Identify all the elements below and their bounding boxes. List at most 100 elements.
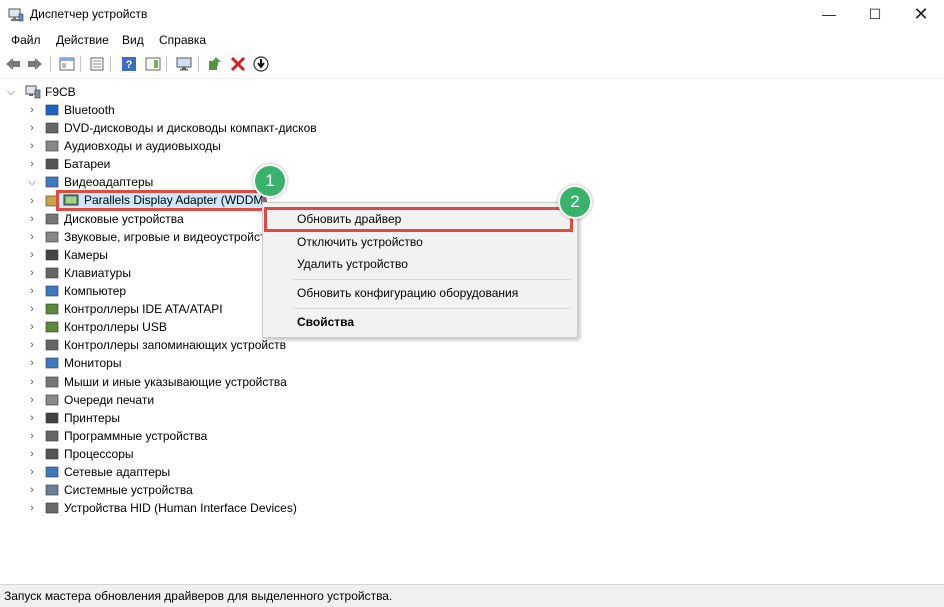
tree-category-label: Процессоры [64, 446, 134, 461]
menu-view[interactable]: Вид [122, 33, 144, 47]
chevron-right-icon[interactable]: › [27, 484, 37, 496]
window-title: Диспетчер устройств [30, 7, 148, 21]
chevron-right-icon[interactable]: › [27, 321, 37, 333]
chevron-right-icon[interactable]: › [27, 339, 37, 351]
device-manager-icon [8, 8, 24, 22]
chevron-right-icon[interactable]: › [27, 213, 37, 225]
highlight-frame-device [56, 190, 266, 211]
uninstall-icon[interactable] [229, 55, 247, 73]
menu-separator [293, 279, 571, 280]
system-device-icon [45, 484, 59, 496]
bluetooth-icon [45, 104, 59, 116]
console-tree-icon[interactable] [58, 55, 76, 73]
tree-category-row[interactable]: › Аудиовходы и аудиовыходы [0, 137, 320, 155]
menu-bar: Файл Действие Вид Справка [0, 30, 944, 50]
tree-category-label: Видеоадаптеры [64, 175, 154, 190]
toolbar-separator [166, 56, 167, 72]
tree-category-row[interactable]: › Программные устройства [0, 427, 320, 445]
menu-separator [293, 308, 571, 309]
minimize-button[interactable]: — [806, 0, 852, 30]
chevron-right-icon[interactable]: › [27, 448, 37, 460]
tree-category-label: Программные устройства [64, 428, 208, 443]
dvd-drive-icon [45, 122, 59, 134]
menu-scan-hardware[interactable]: Обновить конфигурацию оборудования [297, 286, 518, 300]
chevron-right-icon[interactable]: › [27, 104, 37, 116]
monitor-icon [45, 358, 59, 369]
chevron-down-icon[interactable]: ⌵ [6, 86, 16, 99]
ide-controller-icon [45, 303, 59, 315]
chevron-right-icon[interactable]: › [27, 285, 37, 297]
forward-icon[interactable] [26, 55, 44, 73]
tree-category-label: Компьютер [64, 284, 127, 298]
chevron-right-icon[interactable]: › [27, 303, 37, 315]
audio-icon [45, 140, 59, 152]
battery-icon [45, 158, 59, 170]
tree-category-label: Контроллеры USB [64, 320, 167, 335]
chevron-right-icon[interactable]: › [27, 394, 37, 406]
tree-category-label: Батареи [64, 157, 111, 172]
menu-uninstall-device[interactable]: Удалить устройство [297, 257, 408, 271]
maximize-button[interactable]: ☐ [852, 0, 898, 30]
disable-device-icon[interactable] [252, 55, 270, 73]
menu-file[interactable]: Файл [11, 33, 41, 47]
chevron-right-icon[interactable]: › [27, 357, 37, 369]
chevron-right-icon[interactable]: › [27, 249, 37, 261]
step-badge-1: 1 [253, 164, 287, 198]
tree-category-row[interactable]: › Очереди печати [0, 391, 320, 409]
toolbar-separator [50, 56, 51, 72]
disk-drive-icon [45, 213, 59, 224]
toolbar: ? [0, 52, 944, 79]
tree-category-label: Сетевые адаптеры [64, 465, 171, 479]
chevron-right-icon[interactable]: › [27, 267, 37, 279]
tree-category-row[interactable]: › Bluetooth [0, 101, 320, 119]
chevron-right-icon[interactable]: › [27, 376, 37, 388]
properties-sheet-icon[interactable] [88, 55, 106, 73]
scan-hardware-icon[interactable] [175, 55, 193, 73]
print-queue-icon [45, 394, 59, 405]
tree-category-row[interactable]: › Сетевые адаптеры [0, 463, 320, 481]
chevron-right-icon[interactable]: › [27, 466, 37, 478]
step-badge-2: 2 [558, 185, 592, 219]
tree-category-row[interactable]: › DVD-дисководы и дисководы компакт-диско… [0, 119, 320, 137]
close-button[interactable]: ✕ [898, 0, 944, 30]
computer-icon [25, 85, 41, 99]
network-adapter-icon [45, 466, 59, 478]
chevron-right-icon[interactable]: › [27, 140, 37, 152]
status-bar: Запуск мастера обновления драйверов для … [0, 584, 944, 607]
toolbar-separator [80, 56, 81, 72]
update-driver-icon[interactable] [206, 55, 224, 73]
menu-properties[interactable]: Свойства [297, 315, 354, 329]
computer-icon [45, 285, 59, 297]
tree-category-label: Контроллеры IDE ATA/ATAPI [64, 302, 223, 317]
mouse-icon [45, 376, 59, 387]
tree-category-row[interactable]: › Принтеры [0, 409, 320, 427]
tree-category-label: Мыши и иные указывающие устройства [64, 374, 287, 389]
tree-category-row[interactable]: › Устройства HID (Human Interface Devices… [0, 499, 320, 517]
chevron-down-icon[interactable]: ⌵ [27, 176, 37, 189]
usb-controller-icon [45, 321, 59, 333]
tree-category-row[interactable]: › Мониторы [0, 354, 320, 372]
tree-root[interactable]: ⌵ F9CB [0, 83, 200, 101]
chevron-right-icon[interactable]: › [27, 158, 37, 170]
tree-category-label: Дисковые устройства [64, 211, 184, 226]
help-icon[interactable]: ? [120, 55, 138, 73]
tree-category-row[interactable]: › Системные устройства [0, 481, 320, 499]
chevron-right-icon[interactable]: › [27, 122, 37, 134]
tree-root-label: F9CB [45, 85, 76, 99]
tree-category-row[interactable]: › Мыши и иные указывающие устройства [0, 373, 320, 391]
tree-category-row[interactable]: › Процессоры [0, 445, 320, 463]
tree-category-label: Принтеры [64, 410, 120, 425]
chevron-right-icon[interactable]: › [27, 231, 37, 243]
tree-category-row[interactable]: › Контроллеры запоминающих устройств [0, 336, 320, 354]
chevron-right-icon[interactable]: › [27, 430, 37, 442]
menu-action[interactable]: Действие [56, 33, 109, 47]
title-bar: Диспетчер устройств — ☐ ✕ [0, 0, 944, 30]
menu-disable-device[interactable]: Отключить устройство [297, 235, 423, 249]
action-pane-icon[interactable] [144, 55, 162, 73]
menu-help[interactable]: Справка [159, 33, 206, 47]
chevron-right-icon[interactable]: › [27, 412, 37, 424]
keyboard-icon [45, 267, 59, 279]
back-icon[interactable] [4, 55, 22, 73]
chevron-right-icon[interactable]: › [27, 502, 37, 514]
sound-icon [45, 231, 59, 242]
